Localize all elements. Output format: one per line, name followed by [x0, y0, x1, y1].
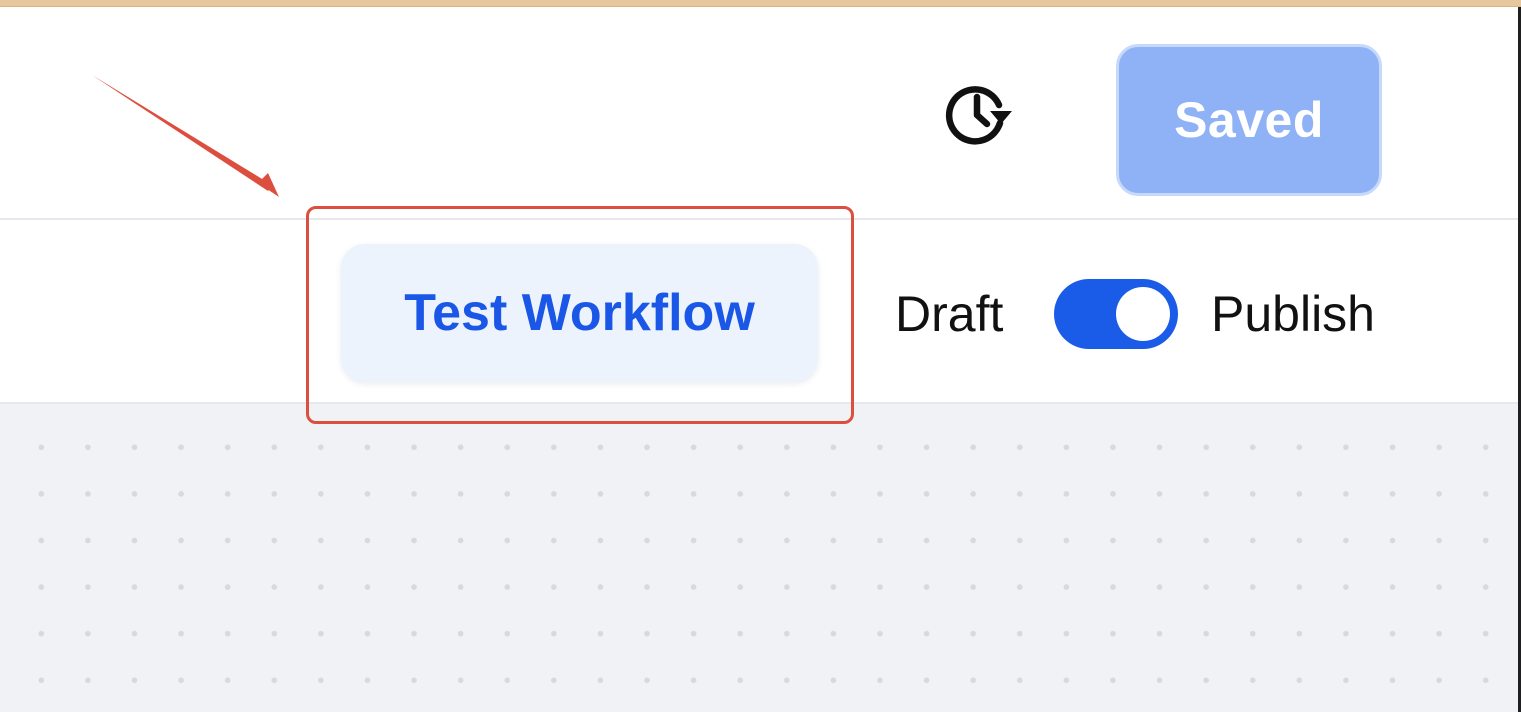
toggle-knob — [1116, 287, 1170, 341]
clock-rotate-icon — [942, 81, 1014, 152]
publish-label: Publish — [1211, 286, 1375, 342]
publish-toggle[interactable] — [1054, 279, 1178, 349]
window-top-border — [0, 0, 1521, 7]
app-frame: Saved Test Workflow Draft Publish — [0, 0, 1521, 712]
test-workflow-button[interactable]: Test Workflow — [341, 244, 818, 382]
draft-label: Draft — [895, 286, 1004, 342]
workflow-canvas[interactable] — [0, 404, 1518, 712]
version-history-button[interactable] — [937, 80, 1019, 152]
saved-button[interactable]: Saved — [1116, 44, 1382, 196]
